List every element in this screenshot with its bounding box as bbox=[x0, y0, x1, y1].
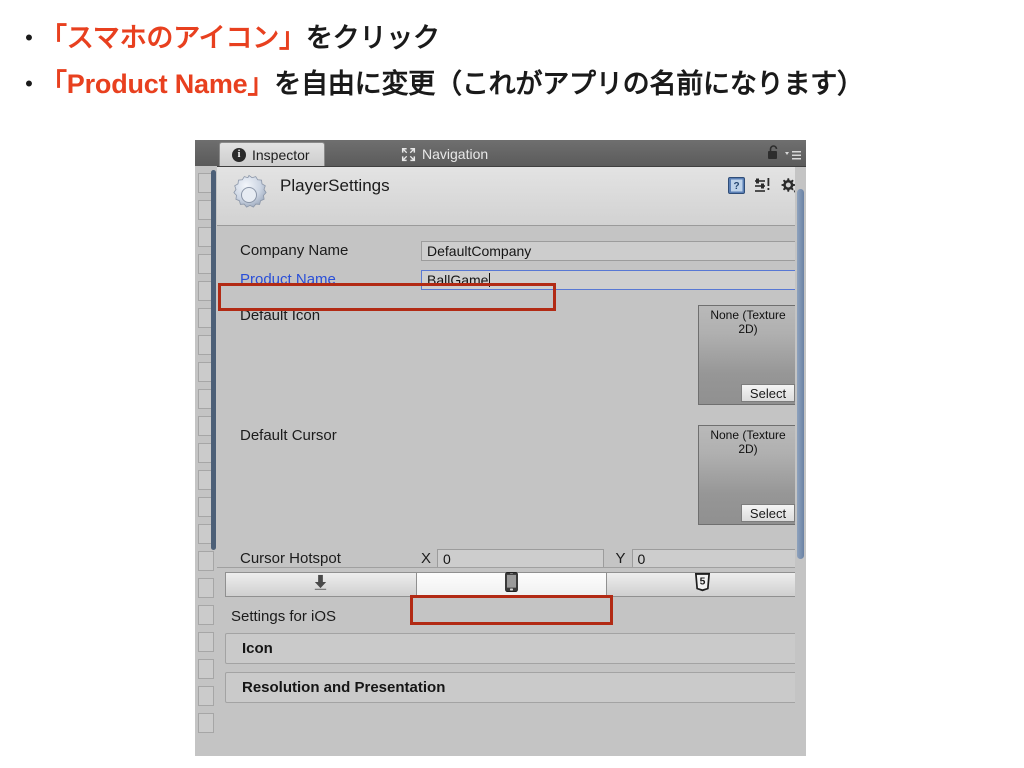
platform-tab-webgl[interactable]: 5 bbox=[606, 572, 799, 597]
bullet-tail-2: を自由に変更（これがアプリの名前になります） bbox=[274, 69, 864, 99]
adjacent-panel-row bbox=[198, 686, 214, 706]
foldout-icon[interactable]: Icon bbox=[225, 633, 798, 664]
adjacent-panel-row bbox=[198, 605, 214, 625]
label-cursor-hotspot: Cursor Hotspot bbox=[240, 550, 341, 567]
adjacent-panel-sliver bbox=[195, 140, 218, 756]
object-field-default-cursor[interactable]: None (Texture 2D) Select bbox=[698, 425, 798, 525]
bullet-marker: • bbox=[25, 25, 33, 50]
bullet-text-2: 「Product Name」を自由に変更（これがアプリの名前になります） bbox=[40, 64, 864, 104]
inspector-panel: i Inspector Navigation PlayerSettings ? … bbox=[217, 140, 806, 756]
select-button-default-icon[interactable]: Select bbox=[741, 384, 795, 402]
tab-navigation[interactable]: Navigation bbox=[389, 142, 502, 166]
input-product-name-value: BallGame bbox=[427, 271, 489, 288]
download-icon bbox=[311, 574, 330, 596]
platform-tab-bar: 5 bbox=[217, 567, 806, 598]
bullet-marker: • bbox=[25, 71, 33, 96]
select-button-default-cursor[interactable]: Select bbox=[741, 504, 795, 522]
row-product-name: Product Name BallGame bbox=[225, 267, 798, 292]
page-title: PlayerSettings bbox=[280, 176, 390, 195]
platform-tab-standalone[interactable] bbox=[225, 572, 416, 597]
object-field-default-icon-value: None (Texture 2D) bbox=[710, 308, 786, 336]
bullet-item-1: • 「スマホのアイコン」をクリック bbox=[0, 18, 1024, 58]
row-company-name: Company Name DefaultCompany bbox=[225, 238, 798, 263]
gear-icon bbox=[227, 173, 271, 217]
input-product-name[interactable]: BallGame bbox=[421, 269, 798, 290]
adjacent-panel-row bbox=[198, 659, 214, 679]
tab-inspector[interactable]: i Inspector bbox=[219, 142, 325, 166]
foldout-resolution-and-presentation[interactable]: Resolution and Presentation bbox=[225, 672, 798, 703]
tab-inspector-label: Inspector bbox=[252, 146, 310, 163]
slide-bullet-list: • 「スマホのアイコン」をクリック • 「Product Name」を自由に変更… bbox=[0, 18, 1024, 110]
adjacent-panel-row bbox=[198, 578, 214, 598]
info-icon: i bbox=[232, 147, 246, 162]
adjacent-panel-row bbox=[198, 551, 214, 571]
row-default-cursor: Default Cursor None (Texture 2D) Select bbox=[225, 425, 798, 532]
inspector-tabstrip: i Inspector Navigation bbox=[217, 140, 806, 167]
text-caret bbox=[489, 272, 491, 287]
tab-menu-icon[interactable] bbox=[785, 148, 801, 160]
inspector-header-actions: ? bbox=[728, 177, 798, 194]
adjacent-panel-row bbox=[198, 713, 214, 733]
bullet-highlight-2: 「Product Name」 bbox=[40, 69, 275, 99]
preset-icon[interactable] bbox=[754, 177, 771, 194]
adjacent-panel-tabstrip bbox=[195, 140, 217, 167]
bullet-tail-1: をクリック bbox=[305, 23, 440, 53]
label-company-name: Company Name bbox=[240, 242, 349, 259]
bullet-text-1: 「スマホのアイコン」をクリック bbox=[40, 18, 440, 58]
unity-editor-screenshot: i Inspector Navigation PlayerSettings ? … bbox=[195, 140, 829, 756]
inspector-scrollbar-thumb[interactable] bbox=[797, 189, 804, 559]
input-company-name[interactable]: DefaultCompany bbox=[421, 240, 798, 261]
svg-text:?: ? bbox=[734, 181, 740, 192]
platform-settings-area: Settings for iOS Icon Resolution and Pre… bbox=[217, 598, 806, 725]
bullet-item-2: • 「Product Name」を自由に変更（これがアプリの名前になります） bbox=[0, 64, 1024, 104]
inspector-scrollbar[interactable] bbox=[795, 167, 806, 756]
player-settings-body: Company Name DefaultCompany Product Name… bbox=[217, 226, 806, 569]
label-hotspot-y: Y bbox=[615, 550, 626, 567]
settings-for-platform-title: Settings for iOS bbox=[231, 608, 337, 625]
object-field-default-cursor-value: None (Texture 2D) bbox=[710, 428, 786, 456]
label-default-cursor: Default Cursor bbox=[240, 427, 337, 444]
help-icon[interactable]: ? bbox=[728, 177, 745, 194]
svg-text:5: 5 bbox=[699, 577, 705, 588]
adjacent-panel-row bbox=[198, 632, 214, 652]
label-hotspot-x: X bbox=[421, 550, 432, 567]
lock-icon[interactable] bbox=[767, 145, 780, 160]
html5-icon: 5 bbox=[694, 572, 711, 597]
label-default-icon: Default Icon bbox=[240, 307, 321, 324]
adjacent-panel-scrollbar[interactable] bbox=[211, 170, 216, 550]
inspector-object-header: PlayerSettings ? bbox=[217, 167, 806, 226]
phone-icon bbox=[505, 572, 518, 597]
navigation-icon bbox=[401, 147, 416, 162]
row-default-icon: Default Icon None (Texture 2D) Select bbox=[225, 305, 798, 412]
window-right-margin bbox=[806, 140, 829, 756]
bullet-highlight-1: 「スマホのアイコン」 bbox=[40, 23, 306, 53]
label-product-name: Product Name bbox=[240, 271, 336, 288]
input-hotspot-x[interactable]: 0 bbox=[437, 548, 604, 569]
object-field-default-icon[interactable]: None (Texture 2D) Select bbox=[698, 305, 798, 405]
tab-navigation-label: Navigation bbox=[422, 146, 489, 162]
platform-tab-ios[interactable] bbox=[415, 572, 607, 597]
input-hotspot-y[interactable]: 0 bbox=[631, 548, 798, 569]
